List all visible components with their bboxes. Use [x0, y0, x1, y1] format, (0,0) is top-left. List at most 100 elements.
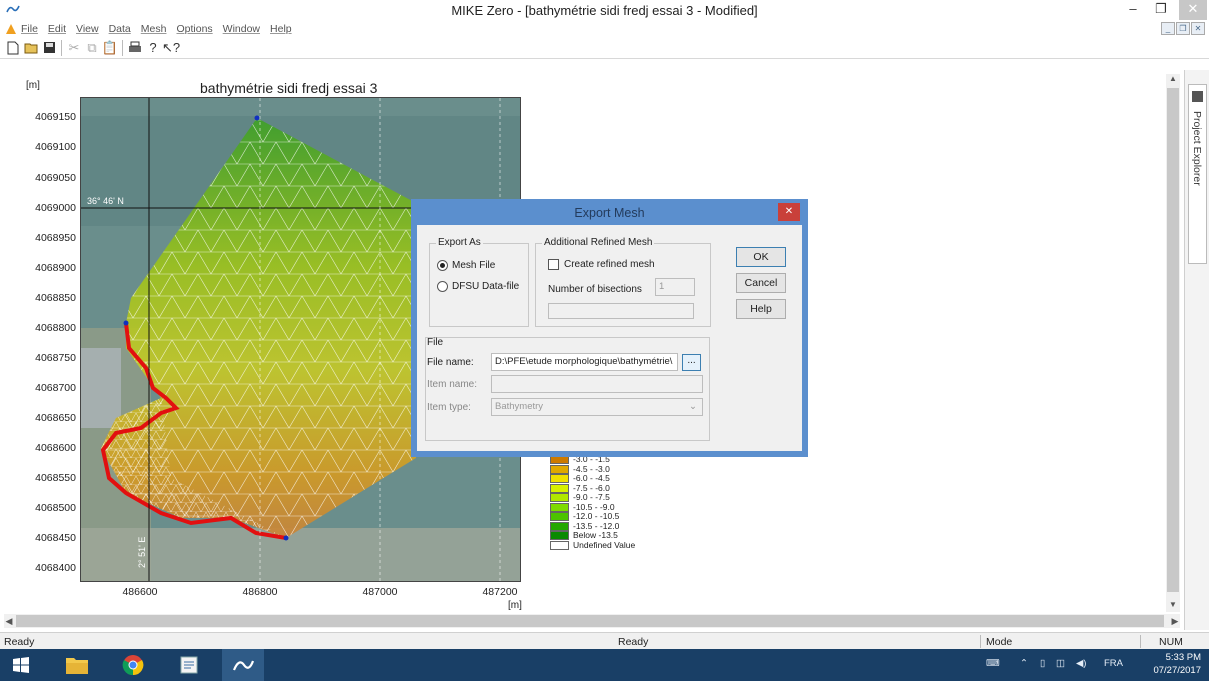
dialog-title: Export Mesh [574, 206, 645, 220]
legend-label: Undefined Value [573, 539, 636, 550]
y-tick-label: 4068400 [35, 562, 76, 574]
toolbar: ✂ ⧉ 📋 ? ↖? [0, 37, 1209, 59]
menu-view[interactable]: View [76, 23, 99, 35]
child-minimize-button[interactable]: _ [1161, 22, 1175, 35]
legend-swatch [550, 483, 569, 493]
vertical-scroll-thumb[interactable] [1167, 88, 1179, 592]
file-name-field[interactable]: D:\PFE\etude morphologique\bathymétrie\ [491, 353, 678, 371]
dialog-close-button[interactable]: ✕ [778, 203, 800, 221]
menu-file[interactable]: File [21, 23, 38, 35]
volume-icon[interactable]: ◀) [1076, 658, 1086, 669]
maximize-button[interactable]: ❐ [1147, 0, 1175, 20]
keyboard-icon[interactable]: ⌨ [986, 658, 1000, 669]
harbour-area [81, 348, 121, 428]
menu-help[interactable]: Help [270, 23, 292, 35]
child-close-button[interactable]: ✕ [1191, 22, 1205, 35]
boundary-node[interactable] [283, 535, 289, 541]
x-tick-label: 487200 [482, 586, 518, 598]
close-button[interactable]: ✕ [1179, 0, 1207, 20]
cut-icon[interactable]: ✂ [65, 39, 83, 57]
horizontal-scrollbar[interactable]: ◀ ▶ [4, 614, 1180, 628]
toolbar-separator [122, 39, 123, 56]
cancel-button[interactable]: Cancel [736, 273, 786, 293]
menu-mesh[interactable]: Mesh [141, 23, 167, 35]
create-refined-mesh-checkbox[interactable]: Create refined mesh [548, 259, 655, 270]
status-divider [1140, 635, 1141, 648]
copy-icon[interactable]: ⧉ [83, 39, 101, 57]
radio-dot [440, 263, 445, 268]
y-tick-label: 4069050 [35, 172, 76, 184]
project-explorer-label: Project Explorer [1191, 111, 1203, 186]
legend-row: -6.0 - -4.5 [550, 474, 670, 484]
item-type-label: Item type: [427, 402, 471, 413]
menu-window[interactable]: Window [223, 23, 260, 35]
vertical-scrollbar[interactable]: ▲ ▼ [1166, 74, 1180, 612]
dialog-body: Export As Mesh File DFSU Data-file Addit… [417, 225, 802, 451]
mesh-file-radio[interactable]: Mesh File [437, 260, 495, 271]
scroll-up-icon[interactable]: ▲ [1166, 74, 1180, 86]
file-explorer-icon[interactable] [56, 649, 98, 681]
legend-swatch [550, 512, 569, 521]
project-explorer-tab[interactable]: Project Explorer [1188, 84, 1207, 264]
network-icon[interactable]: ◫ [1056, 658, 1065, 669]
windows-taskbar: ⌨ ⌃ ▯ ◫ ◀) FRA 5:33 PM 07/27/2017 [0, 649, 1209, 681]
help-icon[interactable]: ? [144, 39, 162, 57]
x-tick-label: 487000 [362, 586, 398, 598]
title-bar: MIKE Zero - [bathymétrie sidi fredj essa… [0, 0, 1209, 20]
document-icon[interactable] [5, 23, 17, 35]
boundary-node[interactable] [254, 115, 260, 121]
browse-button[interactable]: ... [682, 354, 701, 371]
horizontal-scroll-thumb[interactable] [16, 615, 1164, 627]
mesh-file-label: Mesh File [452, 260, 496, 271]
dfsu-data-file-label: DFSU Data-file [452, 281, 520, 292]
item-name-field[interactable] [491, 375, 703, 393]
item-type-select[interactable]: Bathymetry ⌄ [491, 398, 703, 416]
print-icon[interactable] [126, 39, 144, 57]
export-mesh-dialog: Export Mesh ✕ Export As Mesh File DFSU D… [411, 199, 808, 457]
context-help-icon[interactable]: ↖? [162, 39, 180, 57]
y-tick-label: 4069100 [35, 141, 76, 153]
checkbox-box [548, 259, 559, 270]
y-tick-label: 4068900 [35, 262, 76, 274]
project-explorer-panel: Project Explorer [1184, 70, 1209, 630]
legend-row: Undefined Value [550, 539, 670, 551]
toolbar-separator [61, 39, 62, 56]
y-tick-label: 4068600 [35, 442, 76, 454]
new-icon[interactable] [4, 39, 22, 57]
language-indicator[interactable]: FRA [1104, 658, 1123, 669]
refined-mesh-label: Additional Refined Mesh [542, 237, 655, 248]
menu-options[interactable]: Options [176, 23, 212, 35]
scroll-down-icon[interactable]: ▼ [1166, 600, 1180, 612]
mike-zero-icon[interactable] [222, 649, 264, 681]
bisections-field[interactable]: 1 [655, 278, 695, 296]
legend-label: -12.0 - -10.5 [573, 511, 620, 521]
x-tick-label: 486600 [122, 586, 158, 598]
menu-edit[interactable]: Edit [48, 23, 66, 35]
ok-button[interactable]: OK [736, 247, 786, 267]
chrome-icon[interactable] [112, 649, 154, 681]
dfsu-data-file-radio[interactable]: DFSU Data-file [437, 281, 519, 292]
open-icon[interactable] [22, 39, 40, 57]
legend-row: -7.5 - -6.0 [550, 483, 670, 494]
y-tick-label: 4068650 [35, 412, 76, 424]
refined-progress-field [548, 303, 694, 319]
item-type-value: Bathymetry [495, 401, 544, 412]
legend-swatch [550, 464, 569, 474]
clock-date: 07/27/2017 [1153, 665, 1201, 676]
save-icon[interactable] [40, 39, 58, 57]
start-icon[interactable] [0, 649, 42, 681]
paste-icon[interactable]: 📋 [101, 39, 119, 57]
battery-icon[interactable]: ▯ [1040, 658, 1045, 669]
scroll-right-icon[interactable]: ▶ [1170, 614, 1180, 628]
notepad-icon[interactable] [168, 649, 210, 681]
boundary-node[interactable] [123, 320, 129, 326]
minimize-button[interactable]: – [1119, 0, 1147, 20]
child-restore-button[interactable]: ❐ [1176, 22, 1190, 35]
help-button[interactable]: Help [736, 299, 786, 319]
scroll-left-icon[interactable]: ◀ [4, 614, 14, 628]
menu-data[interactable]: Data [109, 23, 131, 35]
y-tick-label: 4068550 [35, 472, 76, 484]
show-hidden-icons-icon[interactable]: ⌃ [1020, 658, 1028, 669]
latitude-label: 36° 46' N [87, 196, 124, 206]
clock[interactable]: 5:33 PM 07/27/2017 [1153, 651, 1201, 677]
